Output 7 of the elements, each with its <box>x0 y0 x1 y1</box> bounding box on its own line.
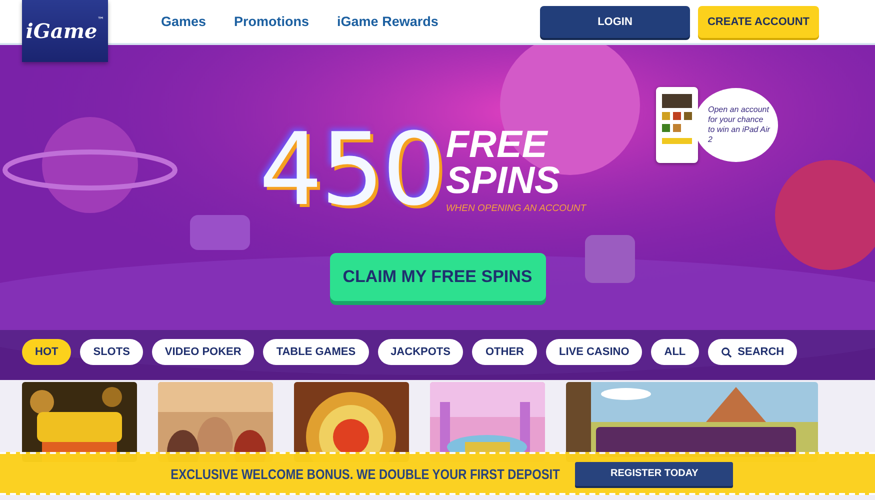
create-account-button[interactable]: CREATE ACCOUNT <box>698 6 819 38</box>
nav-link[interactable]: iGame Rewards <box>337 14 438 29</box>
nav-link[interactable]: Games <box>161 14 206 29</box>
register-button[interactable]: REGISTER TODAY <box>575 462 734 486</box>
banner-text: EXCLUSIVE WELCOME BONUS. WE DOUBLE YOUR FIRST DEPOSIT <box>170 466 560 482</box>
login-button[interactable]: LOGIN <box>540 6 690 38</box>
nav-link[interactable]: Promotions <box>234 14 310 29</box>
